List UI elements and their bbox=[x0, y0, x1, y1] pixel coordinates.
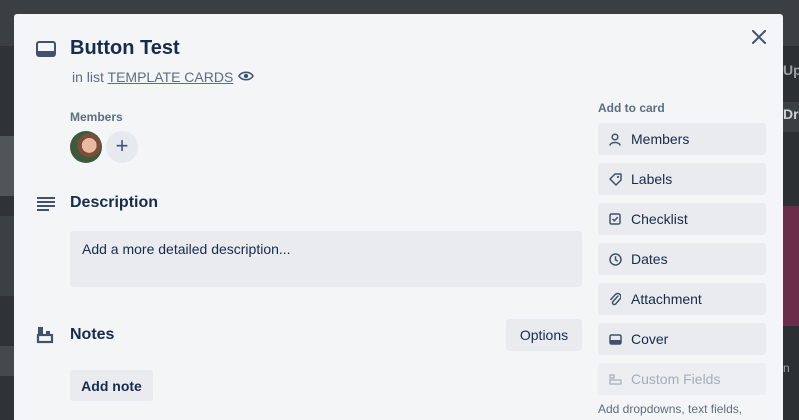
board-card-preview bbox=[0, 216, 14, 296]
notes-heading: Notes bbox=[70, 326, 115, 343]
sidebar-item-label: Cover bbox=[631, 331, 669, 347]
sidebar-members-button[interactable]: Members bbox=[598, 123, 766, 155]
add-note-button[interactable]: Add note bbox=[70, 370, 153, 401]
board-card-preview bbox=[0, 346, 14, 376]
card-detail-modal: Button Test in list TEMPLATE CARDS Membe… bbox=[14, 14, 783, 420]
board-left-edge bbox=[0, 46, 14, 420]
sidebar-item-label: Checklist bbox=[631, 211, 688, 227]
clock-icon bbox=[608, 252, 622, 266]
sidebar-cover-button[interactable]: Cover bbox=[598, 323, 766, 355]
card-title[interactable]: Button Test bbox=[70, 37, 180, 60]
description-heading: Description bbox=[70, 194, 159, 211]
checkbox-icon bbox=[608, 212, 622, 226]
board-list-title: Up bbox=[783, 62, 799, 78]
person-icon bbox=[608, 132, 622, 146]
description-icon bbox=[37, 197, 55, 211]
sidebar-attachment-button[interactable]: Attachment bbox=[598, 283, 766, 315]
list-breadcrumb: in list TEMPLATE CARDS bbox=[72, 69, 233, 85]
sidebar-labels-button[interactable]: Labels bbox=[598, 163, 766, 195]
notes-icon bbox=[36, 327, 54, 344]
options-button[interactable]: Options bbox=[506, 319, 582, 351]
custom-fields-hint: Add dropdowns, text fields, bbox=[598, 402, 743, 416]
sidebar-item-label: Attachment bbox=[631, 291, 702, 307]
board-card-cover bbox=[783, 206, 799, 326]
paperclip-icon bbox=[608, 292, 622, 306]
card-icon bbox=[36, 41, 56, 57]
cover-icon bbox=[608, 332, 622, 346]
plus-icon: + bbox=[115, 133, 129, 158]
sidebar-item-label: Dates bbox=[631, 251, 668, 267]
sidebar-dates-button[interactable]: Dates bbox=[598, 243, 766, 275]
in-list-prefix: in list bbox=[72, 69, 104, 85]
avatar[interactable] bbox=[70, 131, 102, 163]
sidebar-checklist-button[interactable]: Checklist bbox=[598, 203, 766, 235]
eye-icon[interactable] bbox=[238, 70, 254, 82]
members-label: Members bbox=[70, 110, 123, 124]
board-list-title: Dra bbox=[783, 106, 799, 122]
custom-fields-icon bbox=[608, 372, 622, 386]
close-icon[interactable] bbox=[748, 26, 770, 48]
board-right-edge: Up Dra n bbox=[783, 46, 799, 420]
list-name-link[interactable]: TEMPLATE CARDS bbox=[108, 69, 234, 85]
sidebar-item-label: Custom Fields bbox=[631, 371, 721, 387]
sidebar-item-label: Labels bbox=[631, 171, 673, 187]
board-card-preview bbox=[0, 136, 14, 196]
board-card-text: n bbox=[783, 361, 790, 375]
add-member-button[interactable]: + bbox=[106, 131, 138, 163]
sidebar-item-label: Members bbox=[631, 131, 690, 147]
sidebar-custom-fields-button[interactable]: Custom Fields bbox=[598, 363, 766, 395]
add-to-card-heading: Add to card bbox=[598, 101, 665, 115]
description-input[interactable]: Add a more detailed description... bbox=[70, 231, 582, 287]
tag-icon bbox=[608, 172, 622, 186]
